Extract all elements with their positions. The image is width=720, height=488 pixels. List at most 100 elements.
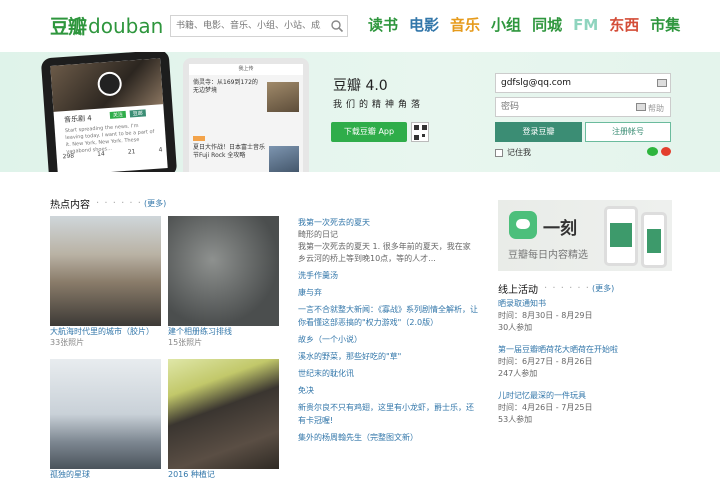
event-item: 第一届豆瓣晒荷花大晒荷在开始啦 时间：6月27日 - 8月26日 247人参加 [498, 343, 678, 380]
feed-tag [193, 136, 205, 141]
yike-app-icon [509, 211, 537, 239]
events-more-link[interactable]: (更多) [592, 283, 614, 294]
profile-name: 音乐剧 4 [63, 114, 93, 125]
yike-ad-banner[interactable]: 一刻 豆瓣每日内容精选 [498, 200, 672, 271]
stat-3: 21 [127, 148, 136, 156]
article-link[interactable]: 新贵尔良不只有鸡翅，这里有小龙虾，爵士乐，还有卡冠喔! [298, 401, 478, 427]
ad-phone-2 [641, 212, 667, 268]
nav-group[interactable]: 小组 [491, 15, 521, 35]
register-button[interactable]: 注册帐号 [585, 122, 671, 142]
qr-code-icon[interactable] [411, 122, 429, 142]
album-caption[interactable]: 孤独的星球 [50, 469, 161, 480]
feed-item-2: 夏日大作战！日本富士音乐节Fuji Rock 全攻略 [193, 144, 266, 159]
album-card[interactable]: 建个相册练习排线 15张照片 [168, 216, 279, 348]
article-link[interactable]: 世纪末的耽化讯 [298, 367, 478, 380]
stat-4: 4 [158, 146, 163, 154]
album-caption[interactable]: 大航海时代里的城市（胶片） [50, 326, 161, 337]
title-dots: · · · · · · [96, 198, 142, 209]
album-photo[interactable] [168, 359, 279, 469]
album-caption[interactable]: 建个相册练习排线 [168, 326, 279, 337]
logo-en: douban [88, 14, 164, 38]
nav-book[interactable]: 读书 [368, 15, 398, 35]
feed-item-1: 倘灵寺：从169到172的无边梦境 [193, 79, 258, 94]
wechat-icon[interactable] [647, 147, 658, 156]
ad-title: 一刻 [543, 219, 577, 239]
remember-me[interactable]: 记住我 [495, 147, 531, 158]
hot-title: 热点内容 [50, 200, 90, 211]
weibo-icon[interactable] [661, 147, 671, 156]
event-title[interactable]: 晒录取通知书 [498, 297, 678, 310]
phone-mockup-feed: 我上传 倘灵寺：从169到172的无边梦境 夏日大作战！日本富士音乐节Fuji … [183, 58, 309, 172]
album-count: 15张照片 [168, 338, 203, 347]
event-title[interactable]: 第一届豆瓣晒荷花大晒荷在开始啦 [498, 343, 678, 356]
article-link[interactable]: 故乡（一个小说） [298, 333, 478, 346]
logo-cn: 豆瓣 [50, 16, 87, 38]
app-promo-banner: 音乐剧 4 关注 豆邮 Start spreading the news. I'… [0, 52, 720, 172]
social-login [647, 147, 671, 156]
event-item: 晒录取通知书 时间：8月30日 - 8月29日 30人参加 [498, 297, 678, 334]
article-title[interactable]: 我第一次死去的夏天 [298, 216, 478, 229]
remember-label: 记住我 [507, 148, 531, 157]
event-item: 儿时记忆最深的一件玩具 时间：4月26日 - 7月25日 53人参加 [498, 389, 678, 426]
stat-1: 298 [62, 152, 75, 161]
main-nav: 读书 电影 音乐 小组 同城 FM 东西 市集 [368, 15, 691, 35]
events-title: 线上活动 [498, 285, 538, 296]
keyboard-icon[interactable] [657, 79, 667, 87]
article-list: 我第一次死去的夏天 畸形的日记 我第一次死去的夏天 1. 很多年前的夏天，我在家… [298, 216, 478, 444]
phone-screen: 音乐剧 4 关注 豆邮 Start spreading the news. I'… [50, 58, 168, 172]
download-app-button[interactable]: 下载豆瓣 App [331, 122, 407, 142]
hot-more-link[interactable]: (更多) [144, 198, 166, 209]
phone-mockup-profile: 音乐剧 4 关注 豆邮 Start spreading the news. I'… [40, 52, 178, 172]
event-title[interactable]: 儿时记忆最深的一件玩具 [498, 389, 678, 402]
album-card[interactable]: 2016 种植记 [168, 359, 279, 480]
douban-logo[interactable]: 豆瓣 douban [50, 12, 163, 38]
app-slogan: 我们的精神角落 [333, 100, 425, 110]
ad-subtitle: 豆瓣每日内容精选 [508, 250, 588, 261]
help-link[interactable]: 帮助 [648, 103, 664, 114]
article-link[interactable]: 溪水的野菜，那些好吃的"草" [298, 350, 478, 363]
event-date: 时间：4月26日 - 7月25日 [498, 403, 593, 412]
email-field[interactable]: gdfslg@qq.com [495, 73, 671, 93]
nav-music[interactable]: 音乐 [450, 15, 480, 35]
hot-content-heading: 热点内容 · · · · · · (更多) [50, 196, 166, 211]
login-button[interactable]: 登录豆瓣 [495, 122, 582, 142]
article-link[interactable]: 康与弃 [298, 286, 478, 299]
mail-chip: 豆邮 [129, 109, 147, 118]
stat-2: 14 [96, 150, 106, 158]
ad-phone-1 [604, 206, 638, 266]
event-date: 时间：8月30日 - 8月29日 [498, 311, 593, 320]
feed-thumb-2 [269, 146, 299, 172]
article-source: 畸形的日记 [298, 230, 338, 239]
nav-movie[interactable]: 电影 [409, 15, 439, 35]
nav-market[interactable]: 市集 [650, 15, 680, 35]
album-photo[interactable] [168, 216, 279, 326]
event-count: 30人参加 [498, 323, 533, 332]
search-icon[interactable] [330, 19, 344, 33]
album-caption[interactable]: 2016 种植记 [168, 469, 279, 480]
top-header: 豆瓣 douban 读书 电影 音乐 小组 同城 FM 东西 市集 [0, 0, 720, 52]
title-dots: · · · · · · [544, 283, 590, 294]
feed-thumb-1 [267, 82, 299, 112]
article-link[interactable]: 免决 [298, 384, 478, 397]
remember-checkbox[interactable] [495, 148, 503, 157]
album-photo[interactable] [50, 216, 161, 326]
article-link[interactable]: 一言不合就整大新闻：《寡战》系列剧情全解析，让你看懂这部恶搞的"权力游戏"（2.… [298, 303, 478, 329]
album-card[interactable]: 大航海时代里的城市（胶片） 33张照片 [50, 216, 161, 348]
album-card[interactable]: 孤独的星球 [50, 359, 161, 480]
phone-top-bar: 我上传 [189, 64, 303, 75]
album-photo[interactable] [50, 359, 161, 469]
event-count: 53人参加 [498, 415, 533, 424]
keyboard-icon[interactable] [636, 103, 646, 111]
event-count: 247人参加 [498, 369, 538, 378]
article-link[interactable]: 洗手作羹汤 [298, 269, 478, 282]
nav-fm[interactable]: FM [573, 15, 598, 35]
nav-location[interactable]: 同城 [532, 15, 562, 35]
article-summary: 我第一次死去的夏天 1. 很多年前的夏天，我在家乡云河的桥上等到晚10点，等的人… [298, 242, 471, 263]
album-count: 33张照片 [50, 338, 85, 347]
search-box [170, 15, 348, 37]
app-title: 豆瓣 4.0 [333, 78, 388, 94]
follow-chip: 关注 [109, 110, 127, 119]
nav-dongxi[interactable]: 东西 [609, 15, 639, 35]
search-input[interactable] [171, 16, 321, 36]
article-link[interactable]: 集外的杨周翰先生（完整图文新） [298, 431, 478, 444]
